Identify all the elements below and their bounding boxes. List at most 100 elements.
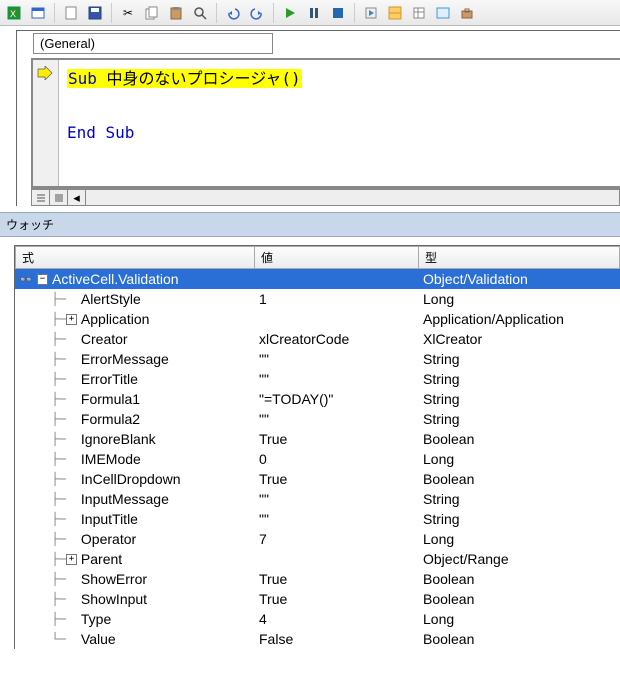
code-keyword-sub: Sub [68, 69, 97, 88]
watch-expr: ShowInput [81, 591, 147, 607]
watch-panel: 式 値 型 👓 − ActiveCell.Validation Object/V… [14, 245, 620, 649]
watch-row[interactable]: ├─ IMEMode0Long [15, 449, 620, 469]
watch-row[interactable]: ├─ InputMessage""String [15, 489, 620, 509]
watch-row[interactable]: ├─ InputTitle""String [15, 509, 620, 529]
view-full-module-button[interactable] [50, 190, 68, 205]
watch-row[interactable]: ├─ ShowErrorTrueBoolean [15, 569, 620, 589]
watch-header-expr[interactable]: 式 [15, 246, 255, 269]
watch-type: Long [419, 531, 620, 547]
expand-box-empty [66, 354, 77, 365]
watch-expr: IgnoreBlank [81, 431, 156, 447]
watch-expr: Creator [81, 331, 128, 347]
watch-panel-title: ウォッチ [0, 212, 620, 237]
toolbar-icon-design[interactable] [385, 3, 405, 23]
watch-type: Boolean [419, 571, 620, 587]
tree-line-icon: └─ [37, 632, 66, 646]
expand-box[interactable]: + [66, 314, 77, 325]
expand-box-empty [66, 294, 77, 305]
tree-line-icon: ├─ [37, 292, 66, 306]
watch-expr: ErrorMessage [81, 351, 169, 367]
expand-box-empty [66, 614, 77, 625]
code-body[interactable]: Sub 中身のないプロシージャ() End Sub [59, 60, 620, 186]
watch-row[interactable]: ├─ Formula2""String [15, 409, 620, 429]
toolbar-icon-copy[interactable] [142, 3, 162, 23]
watch-val: "" [255, 511, 419, 527]
watch-type: Object/Validation [419, 271, 620, 287]
toolbar-icon-stop[interactable] [328, 3, 348, 23]
toolbar-icon-find[interactable] [190, 3, 210, 23]
expand-box[interactable]: − [37, 274, 48, 285]
watch-val: "" [255, 351, 419, 367]
watch-type: String [419, 411, 620, 427]
scroll-left-button[interactable]: ◂ [68, 190, 86, 205]
watch-type: Long [419, 451, 620, 467]
watch-val: False [255, 631, 419, 647]
watch-type: Application/Application [419, 311, 620, 327]
toolbar-icon-new[interactable] [61, 3, 81, 23]
code-panel: (General) Sub 中身のないプロシージャ() End Sub ◂ [16, 30, 620, 206]
watch-row[interactable]: └─ ValueFalseBoolean [15, 629, 620, 649]
h-scrollbar[interactable] [86, 190, 619, 205]
tree-line-icon: ├─ [37, 512, 66, 526]
toolbar-icon-save[interactable] [85, 3, 105, 23]
toolbar-icon-pause[interactable] [304, 3, 324, 23]
watch-expr: InputTitle [81, 511, 138, 527]
toolbar-icon-run[interactable] [280, 3, 300, 23]
watch-expr: Application [81, 311, 150, 327]
tree-line-icon: ├─ [37, 612, 66, 626]
watch-row[interactable]: ├─ InCellDropdownTrueBoolean [15, 469, 620, 489]
toolbar-icon-browser[interactable] [433, 3, 453, 23]
expand-box-empty [66, 374, 77, 385]
toolbar-icon-step[interactable] [361, 3, 381, 23]
watch-expr: Type [81, 611, 111, 627]
tree-line-icon: ├─ [37, 572, 66, 586]
procedure-selector[interactable]: (General) [33, 33, 273, 54]
watch-val: "" [255, 411, 419, 427]
toolbar-icon-excel[interactable]: X [4, 3, 24, 23]
watch-expr: Formula2 [81, 411, 140, 427]
toolbar-icon-view[interactable] [28, 3, 48, 23]
toolbar-icon-props[interactable] [409, 3, 429, 23]
svg-text:X: X [10, 9, 16, 19]
watch-header-val[interactable]: 値 [255, 246, 419, 269]
expand-box-empty [66, 634, 77, 645]
watch-row[interactable]: ├─ Type4Long [15, 609, 620, 629]
watch-rows: 👓 − ActiveCell.Validation Object/Validat… [15, 269, 620, 649]
watch-row[interactable]: ├─ ShowInputTrueBoolean [15, 589, 620, 609]
watch-row[interactable]: ├─ AlertStyle1Long [15, 289, 620, 309]
watch-row[interactable]: ├─ Formula1"=TODAY()"String [15, 389, 620, 409]
watch-val: xlCreatorCode [255, 331, 419, 347]
code-editor[interactable]: Sub 中身のないプロシージャ() End Sub [31, 58, 620, 188]
view-procedure-button[interactable] [32, 190, 50, 205]
watch-row[interactable]: ├─ ErrorMessage ""String [15, 349, 620, 369]
watch-type: String [419, 351, 620, 367]
toolbar-icon-toolbox[interactable] [457, 3, 477, 23]
watch-row-root[interactable]: 👓 − ActiveCell.Validation Object/Validat… [15, 269, 620, 289]
watch-row[interactable]: ├─ Operator7Long [15, 529, 620, 549]
expand-box-empty [66, 534, 77, 545]
toolbar-icon-cut[interactable]: ✂ [118, 3, 138, 23]
tree-line-icon: ├─ [37, 492, 66, 506]
watch-row[interactable]: ├─ CreatorxlCreatorCodeXlCreator [15, 329, 620, 349]
watch-row[interactable]: ├─ IgnoreBlankTrueBoolean [15, 429, 620, 449]
watch-header-type[interactable]: 型 [419, 246, 620, 269]
toolbar: X ✂ [0, 0, 620, 26]
watch-expr: IMEMode [81, 451, 141, 467]
code-proc-name: 中身のないプロシージャ() [97, 69, 301, 88]
watch-type: Boolean [419, 631, 620, 647]
watch-expr: ActiveCell.Validation [52, 271, 179, 287]
toolbar-icon-undo[interactable] [223, 3, 243, 23]
watch-type: XlCreator [419, 331, 620, 347]
watch-header: 式 値 型 [15, 246, 620, 269]
tree-line-icon: ├─ [37, 472, 66, 486]
watch-row[interactable]: ├─+ ParentObject/Range [15, 549, 620, 569]
watch-row[interactable]: ├─+ ApplicationApplication/Application [15, 309, 620, 329]
watch-val: True [255, 571, 419, 587]
watch-row[interactable]: ├─ ErrorTitle""String [15, 369, 620, 389]
toolbar-icon-redo[interactable] [247, 3, 267, 23]
tree-line-icon: ├─ [37, 352, 66, 366]
expand-box[interactable]: + [66, 554, 77, 565]
watch-val: "=TODAY()" [255, 391, 419, 407]
toolbar-icon-paste[interactable] [166, 3, 186, 23]
watch-type: Object/Range [419, 551, 620, 567]
